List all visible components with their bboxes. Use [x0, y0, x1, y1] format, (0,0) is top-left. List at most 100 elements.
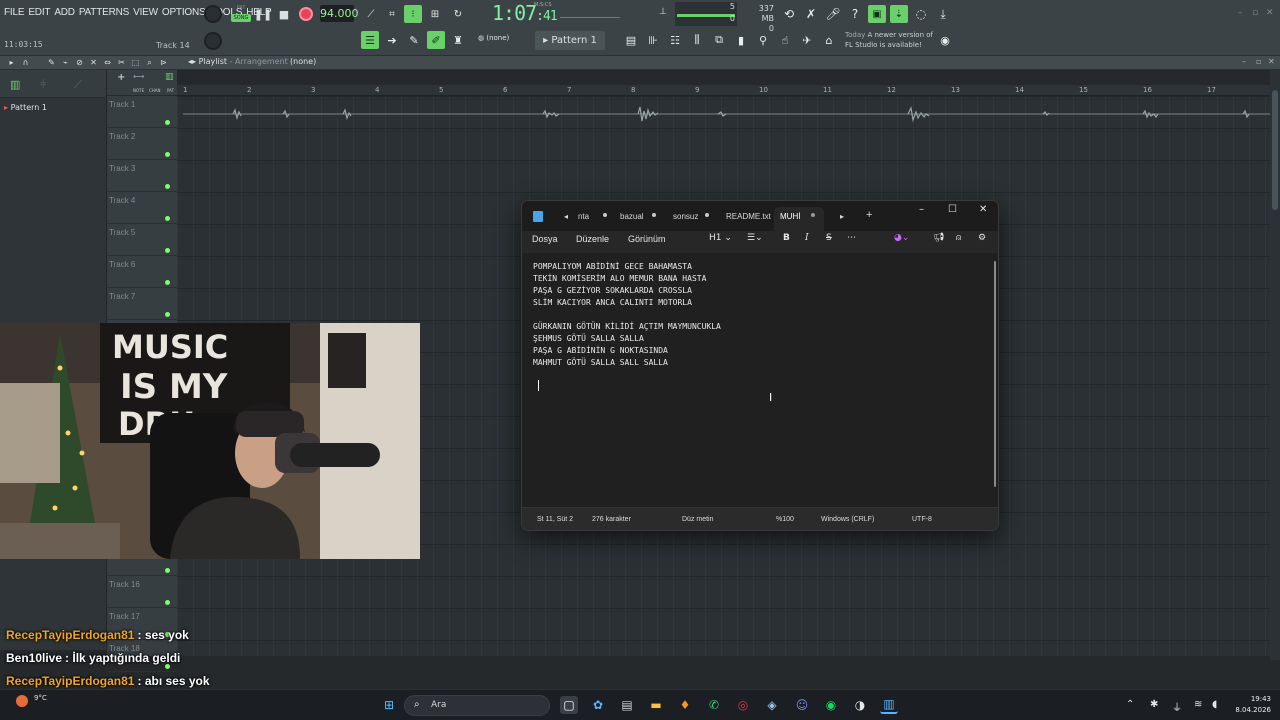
track-header[interactable]: Track 16	[107, 576, 177, 608]
list-dropdown-icon[interactable]: ☰⌄	[747, 233, 763, 243]
copilot-icon[interactable]: ◕⌄	[894, 233, 909, 243]
tab-scroll-left-icon[interactable]: ◂	[564, 212, 568, 221]
faders-icon[interactable]: ⫼	[688, 31, 706, 49]
metronome-icon[interactable]: ⟋	[362, 5, 380, 23]
stop-icon[interactable]: ■	[276, 6, 292, 22]
add-track-icon[interactable]: +	[117, 72, 125, 83]
stamp-tool-icon[interactable]: ♜	[449, 31, 467, 49]
mail-icon[interactable]: ⌂	[820, 31, 838, 49]
status-mode[interactable]: Düz metin	[682, 516, 714, 523]
notepad-scrollbar[interactable]	[994, 261, 996, 487]
plug-icon[interactable]: ⚲	[754, 31, 772, 49]
plugin-picker-icon[interactable]: ▮	[732, 31, 750, 49]
taskbar-search[interactable]: ⌕ Ara	[404, 695, 550, 716]
slice-icon[interactable]: ✂	[116, 57, 127, 68]
notepad-close-icon[interactable]: ✕	[979, 204, 987, 215]
snap-selector[interactable]: ◍ (none)	[478, 34, 509, 42]
playlist-minimize-icon[interactable]: –	[1242, 57, 1246, 66]
track-header[interactable]: Track 6	[107, 256, 177, 288]
steam-icon[interactable]: ◈	[763, 696, 781, 714]
timeline-ruler[interactable]: 1 2 3 4 5 6 7 8 9 10 11 12 13 14 15 16 17	[177, 85, 1270, 96]
play-pause-icon[interactable]: ❚❚	[254, 6, 272, 22]
master-pitch-knob[interactable]	[204, 32, 222, 50]
select-icon[interactable]: ⬚	[130, 57, 141, 68]
picker-pattern-1[interactable]: Pattern 1	[4, 103, 47, 112]
plugin-tools-icon[interactable]: ✗	[802, 5, 820, 23]
browser-icon[interactable]: ⧉	[710, 31, 728, 49]
pencil-icon[interactable]: ✎	[46, 57, 57, 68]
tab-nta[interactable]: nta	[578, 212, 589, 221]
piano-icon[interactable]: ▥	[165, 72, 174, 82]
menu-file[interactable]: FILE	[4, 7, 25, 18]
menu-options[interactable]: OPTIONS	[162, 7, 206, 18]
piano-roll-icon[interactable]: ▤	[622, 31, 640, 49]
step-edit-icon[interactable]: ⊞	[426, 5, 444, 23]
italic-icon[interactable]: I	[805, 233, 809, 243]
paint-tool-icon[interactable]: ✐	[427, 31, 445, 49]
track-mute-led[interactable]	[165, 216, 170, 221]
loop-record-icon[interactable]: ↻	[449, 5, 467, 23]
pattern-selector[interactable]: ▸ Pattern 1	[535, 31, 605, 50]
volume-icon[interactable]: ◖	[1212, 699, 1217, 710]
taskbar-clock[interactable]: 19:43 8.04.2026	[1231, 694, 1271, 716]
playback-icon[interactable]: ⊳	[158, 57, 169, 68]
tray-mic-icon[interactable]: ⏚	[1172, 699, 1182, 714]
countdown-icon[interactable]: ⁝	[404, 5, 422, 23]
menu-edit[interactable]: EDIT	[28, 7, 50, 18]
menu-patterns[interactable]: PATTERNS	[79, 7, 129, 18]
wait-input-icon[interactable]: ⌗	[383, 5, 401, 23]
weather-temp[interactable]: 9°C	[34, 694, 47, 702]
channel-rack-icon[interactable]: ⊪	[644, 31, 662, 49]
menu-add[interactable]: ADD	[54, 7, 75, 18]
download-icon[interactable]: ⤓	[934, 5, 952, 23]
discord-icon[interactable]: ☺	[793, 696, 811, 714]
chat-icon[interactable]: ◌	[912, 5, 930, 23]
status-zoom[interactable]: %100	[776, 516, 794, 523]
tab-sonsuz[interactable]: sonsuz	[673, 212, 698, 221]
track-header[interactable]: Track 1	[107, 96, 177, 128]
tempo-tapper-icon[interactable]: ✈	[798, 31, 816, 49]
master-volume-knob[interactable]	[204, 5, 222, 23]
notepad-minimize-icon[interactable]: –	[919, 204, 924, 215]
news-panel[interactable]: Today A newer version of FL Studio is ava…	[845, 30, 933, 50]
slip-icon[interactable]: ⇔	[102, 57, 113, 68]
account-icon[interactable]: ⍝	[956, 233, 961, 243]
picker-mixer-icon[interactable]: ⫩	[40, 78, 46, 92]
weather-icon[interactable]	[16, 695, 28, 707]
settings-gear-icon[interactable]: ⚙	[978, 233, 986, 243]
minimize-icon[interactable]: –	[1238, 8, 1243, 18]
start-windows-icon[interactable]: ⊞	[380, 696, 398, 714]
delete-icon[interactable]: ⊘	[74, 57, 85, 68]
status-encoding[interactable]: UTF-8	[912, 516, 932, 523]
file-explorer-icon[interactable]: ▬	[647, 696, 665, 714]
strikethrough-icon[interactable]: S	[826, 233, 832, 243]
notepad-text[interactable]: POMPALIYOM ABİDİNİ GECE BAHAMASTA TEKİN K…	[533, 261, 721, 369]
close-icon[interactable]: ✕	[1266, 8, 1274, 18]
arrow-right-icon[interactable]: ➔	[383, 31, 401, 49]
menu-duzenle[interactable]: Düzenle	[576, 234, 609, 244]
undo-history-icon[interactable]: ⟲	[780, 5, 798, 23]
task-view-icon[interactable]: ▢	[560, 696, 578, 714]
store-icon[interactable]: ▤	[618, 696, 636, 714]
playlist-close-icon[interactable]: ✕	[1268, 57, 1275, 66]
touch-controller-icon[interactable]: ☝	[776, 31, 794, 49]
heading-dropdown[interactable]: H1 ⌄	[709, 233, 732, 243]
menu-gorunum[interactable]: Görünüm	[628, 234, 666, 244]
playlist-selection[interactable]: (none)	[290, 57, 316, 66]
magnet-icon[interactable]: ∩	[20, 57, 31, 68]
status-eol[interactable]: Windows (CRLF)	[821, 516, 874, 523]
play-arrow-icon[interactable]: ▸	[6, 57, 17, 68]
help-icon[interactable]: ?	[846, 5, 864, 23]
more-icon[interactable]: ⋯	[847, 233, 856, 243]
spotify-icon[interactable]: ◉	[822, 696, 840, 714]
track-header[interactable]: Track 2	[107, 128, 177, 160]
playlist-scrollbar[interactable]	[1270, 70, 1280, 660]
audio-clip-waveform[interactable]	[183, 101, 1270, 127]
picker-edit-icon[interactable]: ⟋	[74, 78, 82, 92]
track-mute-led[interactable]	[165, 280, 170, 285]
whatsapp-icon[interactable]: ✆	[705, 696, 723, 714]
tab-sonsuz-unsaved-icon[interactable]	[705, 213, 709, 217]
save-icon[interactable]: ▣	[868, 5, 886, 23]
tray-overflow-icon[interactable]: ⌃	[1126, 699, 1134, 710]
announce-icon[interactable]: 📢︎	[933, 233, 944, 243]
